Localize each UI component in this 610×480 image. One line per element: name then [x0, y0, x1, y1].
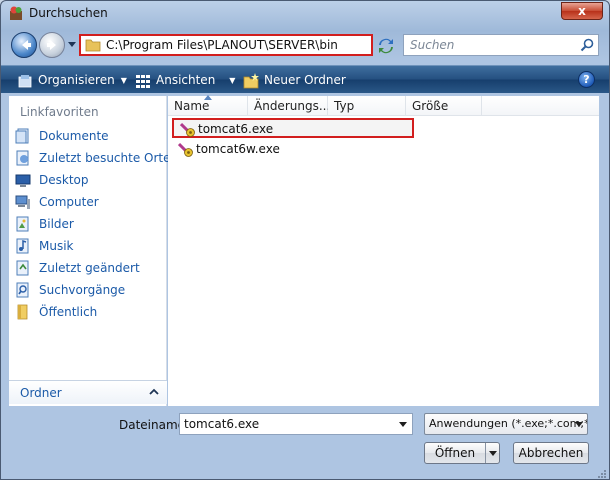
- search-box[interactable]: Suchen: [403, 34, 599, 56]
- column-header-label: Größe: [412, 99, 449, 113]
- file-type-select[interactable]: Anwendungen (*.exe;*.com;*.: [424, 413, 588, 435]
- pictures-icon: [16, 216, 29, 232]
- refresh-icon[interactable]: [377, 37, 395, 55]
- column-header-label: Änderungs...: [254, 99, 331, 113]
- sidebar-item-pictures[interactable]: Bilder: [13, 214, 165, 234]
- column-header-label: Name: [174, 99, 210, 113]
- open-button[interactable]: Öffnen: [424, 442, 500, 464]
- favorite-links-pane: Linkfavoriten Dokumente Zuletzt besuchte…: [9, 96, 171, 406]
- sidebar-item-desktop[interactable]: Desktop: [13, 170, 165, 190]
- chevron-down-icon: ▼: [120, 75, 127, 85]
- navigation-bar: C:\Program Files\PLANOUT\SERVER\bin Such…: [1, 29, 609, 63]
- sidebar-item-label: Bilder: [39, 217, 74, 231]
- music-icon: [16, 238, 29, 254]
- filename-value: tomcat6.exe: [184, 417, 260, 431]
- address-bar[interactable]: C:\Program Files\PLANOUT\SERVER\bin: [79, 34, 373, 56]
- open-label: Öffnen: [434, 446, 476, 460]
- computer-icon: [15, 195, 30, 209]
- sidebar-item-documents[interactable]: Dokumente: [13, 126, 165, 146]
- close-button[interactable]: x: [561, 2, 603, 20]
- views-icon: [136, 74, 150, 88]
- searches-icon: [16, 282, 29, 298]
- views-button[interactable]: Ansichten ▼: [135, 71, 235, 89]
- file-row[interactable]: tomcat6.exe: [172, 118, 414, 138]
- new-folder-button[interactable]: Neuer Ordner: [243, 71, 346, 89]
- favorite-links-heading: Linkfavoriten: [20, 105, 99, 119]
- chevron-down-icon: ▼: [229, 75, 236, 85]
- chevron-down-icon[interactable]: [399, 422, 407, 427]
- title-bar: Durchsuchen x: [1, 1, 609, 27]
- filename-input[interactable]: tomcat6.exe: [179, 413, 413, 435]
- sidebar-item-label: Suchvorgänge: [39, 283, 126, 297]
- sidebar-item-label: Öffentlich: [39, 305, 98, 319]
- sidebar-item-computer[interactable]: Computer: [13, 192, 165, 212]
- column-header-filler: [482, 96, 599, 116]
- executable-file-icon: [178, 142, 193, 157]
- sidebar-item-searches[interactable]: Suchvorgänge: [13, 280, 165, 300]
- history-dropdown-icon[interactable]: [67, 39, 77, 49]
- chevron-up-icon: [149, 388, 159, 395]
- column-header-name[interactable]: Name: [168, 95, 248, 116]
- help-icon[interactable]: ?: [578, 71, 595, 88]
- sidebar-item-public[interactable]: Öffentlich: [13, 302, 165, 322]
- chevron-down-icon: [489, 451, 497, 456]
- file-name: tomcat6w.exe: [196, 142, 280, 156]
- documents-icon: [15, 128, 29, 144]
- organize-icon: [18, 74, 32, 87]
- sidebar-item-recently-changed[interactable]: Zuletzt geändert: [13, 258, 165, 278]
- sidebar-item-label: Dokumente: [39, 129, 109, 143]
- sidebar-item-label: Computer: [39, 195, 99, 209]
- organize-label: Organisieren: [38, 73, 115, 87]
- search-placeholder: Suchen: [410, 38, 455, 52]
- command-bar: Organisieren ▼ Ansichten ▼ Neuer Ordner ?: [1, 65, 609, 93]
- public-folder-icon: [17, 304, 28, 320]
- sidebar-item-label: Desktop: [39, 173, 89, 187]
- file-name: tomcat6.exe: [198, 122, 274, 136]
- dialog-footer: Dateiname: tomcat6.exe Anwendungen (*.ex…: [1, 407, 609, 479]
- search-icon[interactable]: [580, 38, 594, 52]
- resize-grip-icon[interactable]: [597, 469, 607, 479]
- back-button[interactable]: [11, 32, 37, 58]
- forward-button[interactable]: [39, 32, 65, 58]
- new-folder-icon: [243, 72, 259, 88]
- folders-label: Ordner: [20, 386, 62, 400]
- column-header-label: Typ: [334, 99, 355, 113]
- recent-places-icon: [16, 150, 29, 166]
- views-label: Ansichten: [156, 73, 216, 87]
- column-header-modified[interactable]: Änderungs...: [248, 96, 331, 116]
- sidebar-item-recent-places[interactable]: Zuletzt besuchte Orte: [13, 148, 171, 168]
- folder-icon: [85, 39, 101, 52]
- window-title: Durchsuchen: [29, 6, 108, 20]
- open-split-button[interactable]: [485, 443, 499, 463]
- recently-changed-icon: [16, 260, 29, 276]
- organize-button[interactable]: Organisieren ▼: [17, 71, 127, 89]
- file-list: Name Änderungs... Typ Größe tomcat6.exe: [168, 95, 599, 406]
- file-row[interactable]: tomcat6w.exe: [172, 140, 414, 160]
- arrow-left-icon: [22, 40, 31, 50]
- column-header-size[interactable]: Größe: [406, 96, 482, 116]
- chevron-down-icon: [575, 422, 583, 427]
- cancel-button[interactable]: Abbrechen: [513, 442, 589, 464]
- sidebar-item-music[interactable]: Musik: [13, 236, 165, 256]
- file-type-value: Anwendungen (*.exe;*.com;*.: [429, 417, 588, 430]
- executable-file-icon: [180, 122, 195, 137]
- address-path: C:\Program Files\PLANOUT\SERVER\bin: [106, 38, 338, 52]
- new-folder-label: Neuer Ordner: [264, 73, 346, 87]
- desktop-icon: [15, 174, 31, 187]
- folders-toggle[interactable]: Ordner: [9, 380, 167, 404]
- sidebar-item-label: Zuletzt geändert: [39, 261, 140, 275]
- file-open-dialog: Durchsuchen x C:\Program Files\PLANOUT\S…: [0, 0, 610, 480]
- sidebar-item-label: Zuletzt besuchte Orte: [39, 151, 171, 165]
- sidebar-item-label: Musik: [39, 239, 74, 253]
- column-header-type[interactable]: Typ: [328, 96, 406, 116]
- app-icon: [10, 6, 22, 20]
- arrow-right-icon: [47, 40, 56, 50]
